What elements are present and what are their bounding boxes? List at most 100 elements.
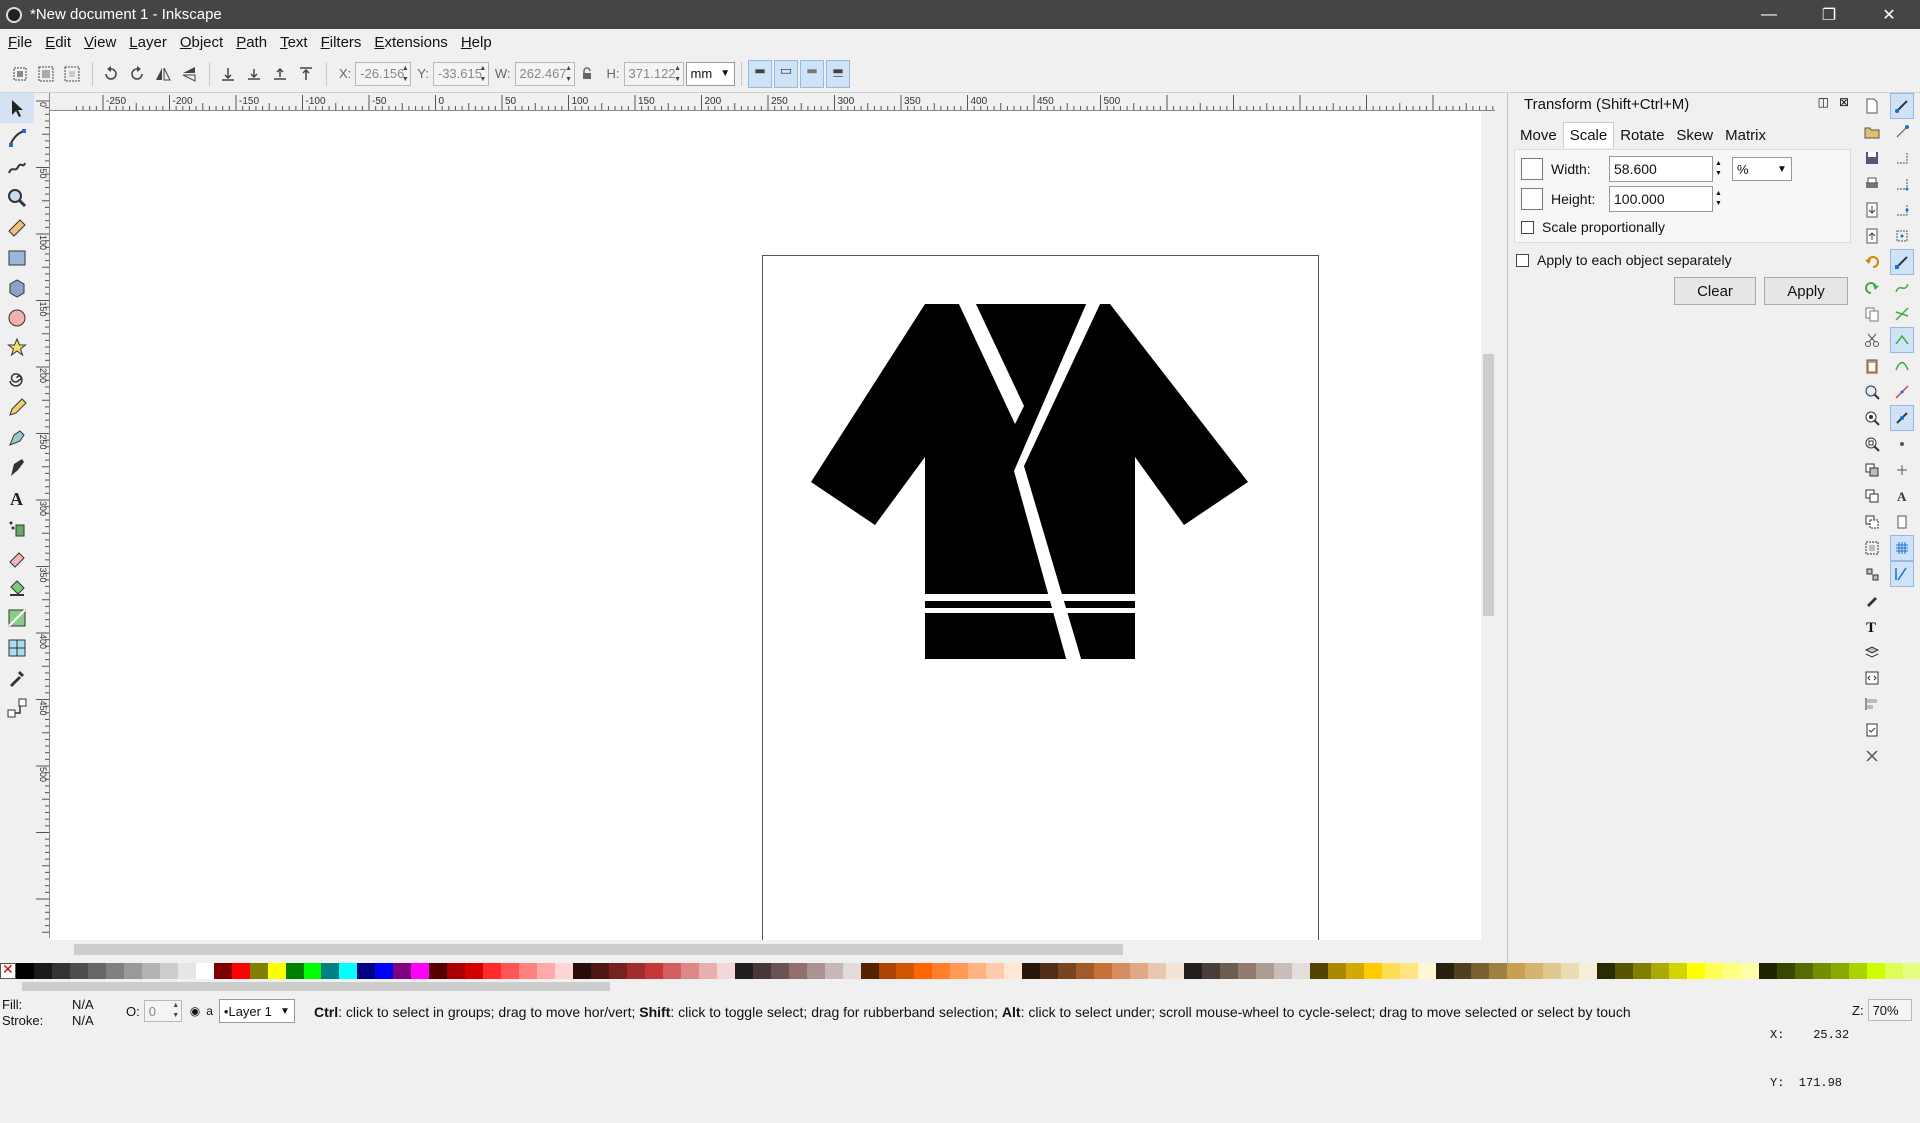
- import-icon[interactable]: [1860, 197, 1884, 223]
- duplicate-icon[interactable]: [1860, 457, 1884, 483]
- color-swatch[interactable]: [411, 963, 430, 979]
- spin-arrows-icon[interactable]: ▲ ▼: [1715, 189, 1722, 209]
- color-swatch[interactable]: [339, 963, 358, 979]
- raise-icon[interactable]: [268, 62, 292, 86]
- calligraphy-tool-icon[interactable]: [0, 453, 34, 483]
- preferences-icon[interactable]: [1860, 717, 1884, 743]
- spiral-tool-icon[interactable]: [0, 363, 34, 393]
- selector-tool-icon[interactable]: [0, 93, 34, 123]
- color-swatch[interactable]: [1615, 963, 1634, 979]
- color-swatch[interactable]: [1776, 963, 1795, 979]
- opacity-input[interactable]: 0 ▲ ▼: [143, 1000, 182, 1022]
- color-swatch[interactable]: [1399, 963, 1418, 979]
- color-swatch[interactable]: [1687, 963, 1706, 979]
- new-document-icon[interactable]: [1860, 93, 1884, 119]
- snap-nodes-icon[interactable]: [1890, 249, 1914, 275]
- color-swatch[interactable]: [1525, 963, 1544, 979]
- apply-button[interactable]: Apply: [1764, 277, 1848, 305]
- snap-cusp-nodes-icon[interactable]: [1890, 327, 1914, 353]
- text-tool-icon[interactable]: A: [0, 483, 34, 513]
- color-swatch[interactable]: [878, 963, 897, 979]
- color-swatch[interactable]: [1291, 963, 1310, 979]
- snap-bbox-icon[interactable]: [1890, 119, 1914, 145]
- color-swatch[interactable]: [1579, 963, 1598, 979]
- tweak-tool-icon[interactable]: [0, 153, 34, 183]
- spin-arrows-icon[interactable]: ▲ ▼: [400, 63, 410, 85]
- color-swatch[interactable]: [573, 963, 591, 979]
- color-swatch[interactable]: [1866, 963, 1885, 979]
- snap-bbox-corners-icon[interactable]: [1890, 171, 1914, 197]
- clear-button[interactable]: Clear: [1674, 277, 1756, 305]
- align-distribute-icon[interactable]: [1860, 691, 1884, 717]
- color-swatch[interactable]: [231, 963, 250, 979]
- color-swatch[interactable]: [1507, 963, 1526, 979]
- kimono-drawing[interactable]: [763, 256, 1320, 940]
- color-swatch[interactable]: [608, 963, 627, 979]
- color-swatch[interactable]: [375, 963, 394, 979]
- color-swatch[interactable]: [1040, 963, 1059, 979]
- scroll-thumb[interactable]: [22, 982, 610, 991]
- color-swatch[interactable]: [69, 963, 88, 979]
- spin-arrows-icon[interactable]: ▲ ▼: [564, 63, 574, 85]
- menu-help[interactable]: Help: [461, 34, 492, 51]
- color-swatch[interactable]: [465, 963, 484, 979]
- color-swatch[interactable]: [1004, 963, 1023, 979]
- ungroup-icon[interactable]: [1860, 561, 1884, 587]
- star-tool-icon[interactable]: [0, 333, 34, 363]
- color-swatch[interactable]: [1381, 963, 1400, 979]
- color-swatch[interactable]: [770, 963, 789, 979]
- spin-arrows-icon[interactable]: ▲ ▼: [171, 1001, 181, 1021]
- color-swatch[interactable]: [1058, 963, 1077, 979]
- color-swatch[interactable]: [1363, 963, 1382, 979]
- color-swatch[interactable]: [447, 963, 466, 979]
- color-swatch[interactable]: [1327, 963, 1346, 979]
- color-swatch[interactable]: [1669, 963, 1688, 979]
- color-swatch[interactable]: [1094, 963, 1113, 979]
- color-swatch[interactable]: [644, 963, 663, 979]
- rotate-cw-icon[interactable]: [125, 62, 149, 86]
- x-input[interactable]: -26.156 ▲ ▼: [355, 61, 412, 86]
- snap-guides-icon[interactable]: [1890, 561, 1914, 587]
- tab-matrix[interactable]: Matrix: [1719, 123, 1772, 148]
- open-icon[interactable]: [1860, 119, 1884, 145]
- color-swatch[interactable]: [51, 963, 70, 979]
- cut-icon[interactable]: [1860, 327, 1884, 353]
- color-swatch[interactable]: [285, 963, 304, 979]
- connector-tool-icon[interactable]: [0, 693, 34, 723]
- color-swatch[interactable]: [1435, 963, 1454, 979]
- y-input[interactable]: -33.615 ▲ ▼: [432, 61, 489, 86]
- document-properties-icon[interactable]: [1860, 743, 1884, 769]
- menu-text[interactable]: Text: [280, 34, 308, 51]
- color-swatch[interactable]: [788, 963, 807, 979]
- color-swatch[interactable]: [87, 963, 106, 979]
- color-swatch[interactable]: [1884, 963, 1903, 979]
- color-swatch[interactable]: [662, 963, 681, 979]
- snap-bbox-midpoints-icon[interactable]: [1890, 197, 1914, 223]
- color-swatch[interactable]: [591, 963, 609, 979]
- rectangle-tool-icon[interactable]: [0, 243, 34, 273]
- snap-text-baseline-icon[interactable]: A: [1890, 483, 1914, 509]
- snap-toggle-icon[interactable]: [1890, 93, 1914, 119]
- color-swatch[interactable]: [1022, 963, 1041, 979]
- menu-file[interactable]: File: [8, 34, 32, 51]
- menu-object[interactable]: Object: [180, 34, 223, 51]
- ellipse-tool-icon[interactable]: [0, 303, 34, 333]
- color-swatch[interactable]: [968, 963, 987, 979]
- layer-select[interactable]: •Layer 1 ▼: [218, 999, 295, 1023]
- color-swatch[interactable]: [1112, 963, 1131, 979]
- lower-icon[interactable]: [242, 62, 266, 86]
- clone-icon[interactable]: [1860, 483, 1884, 509]
- text-font-icon[interactable]: T: [1860, 613, 1884, 639]
- color-swatch[interactable]: [824, 963, 843, 979]
- horizontal-scrollbar[interactable]: [50, 940, 1481, 958]
- color-swatch[interactable]: [141, 963, 160, 979]
- mesh-tool-icon[interactable]: [0, 633, 34, 663]
- export-icon[interactable]: [1860, 223, 1884, 249]
- snap-bbox-centers-icon[interactable]: [1890, 223, 1914, 249]
- minimize-button[interactable]: —: [1746, 0, 1792, 29]
- color-swatch[interactable]: [1345, 963, 1364, 979]
- menu-view[interactable]: View: [84, 34, 116, 51]
- w-input[interactable]: 262.467 ▲ ▼: [514, 61, 575, 86]
- snap-grids-icon[interactable]: [1890, 535, 1914, 561]
- tab-move[interactable]: Move: [1514, 123, 1563, 148]
